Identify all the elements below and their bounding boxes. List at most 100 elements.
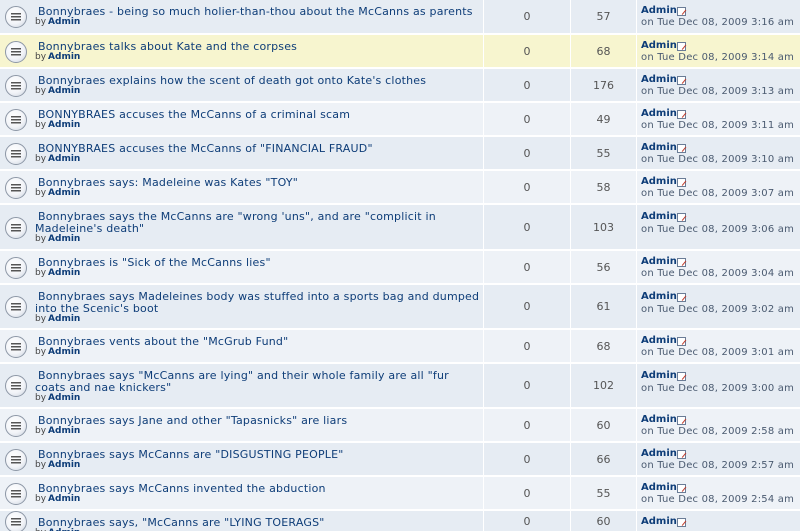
goto-last-post-icon[interactable]: [677, 76, 686, 85]
replies-count: 0: [523, 113, 531, 126]
topic-author-link[interactable]: Admin: [48, 347, 80, 357]
topic-author-link[interactable]: Admin: [48, 268, 80, 278]
goto-last-post-icon[interactable]: [677, 293, 686, 302]
by-label: by: [35, 268, 47, 278]
last-post-author-link[interactable]: Admin: [641, 516, 677, 527]
topic-author-link[interactable]: Admin: [48, 314, 80, 324]
last-post-author-link[interactable]: Admin: [641, 291, 677, 302]
by-label: by: [35, 314, 47, 324]
views-count: 58: [596, 181, 611, 194]
views-count: 66: [596, 453, 611, 466]
topic-author-link[interactable]: Admin: [48, 52, 80, 62]
topic-list: Bonnybraes - being so much holier-than-t…: [0, 0, 800, 531]
topic-read-icon: [5, 217, 27, 239]
by-label: by: [35, 86, 47, 96]
topic-icon-cell: [0, 443, 32, 476]
topic-title-link[interactable]: Bonnybraes says Jane and other "Tapasnic…: [38, 415, 347, 427]
topic-title-link[interactable]: Bonnybraes explains how the scent of dea…: [38, 75, 426, 87]
last-post-author-link[interactable]: Admin: [641, 335, 677, 346]
topic-title-link[interactable]: Bonnybraes says McCanns are "DISGUSTING …: [38, 449, 344, 461]
topic-read-icon: [5, 375, 27, 397]
topic-author-line: byAdmin: [35, 120, 80, 130]
topic-title-link[interactable]: Bonnybraes says Madeleines body was stuf…: [35, 291, 483, 315]
topic-icon-lines: [11, 382, 21, 390]
replies-count: 0: [523, 515, 531, 528]
last-post-cell: Admin on Tue Dec 08, 2009 3:14 am: [637, 35, 800, 68]
goto-last-post-icon[interactable]: [677, 258, 686, 267]
goto-last-post-icon[interactable]: [677, 213, 686, 222]
topic-title-link[interactable]: Bonnybraes says the McCanns are "wrong '…: [35, 211, 483, 235]
by-label: by: [35, 52, 47, 62]
topic-row: BONNYBRAES accuses the McCanns of a crim…: [0, 103, 800, 136]
goto-last-post-icon[interactable]: [677, 7, 686, 16]
goto-last-post-icon[interactable]: [677, 484, 686, 493]
topic-author-link[interactable]: Admin: [48, 460, 80, 470]
goto-last-post-icon[interactable]: [677, 372, 686, 381]
last-post-author-link[interactable]: Admin: [641, 414, 677, 425]
topic-author-link[interactable]: Admin: [48, 426, 80, 436]
views-count: 103: [593, 221, 614, 234]
views-cell: 55: [571, 477, 636, 510]
topic-author-link[interactable]: Admin: [48, 494, 80, 504]
topic-icon-lines: [11, 456, 21, 464]
goto-last-post-icon[interactable]: [677, 110, 686, 119]
goto-last-post-icon[interactable]: [677, 518, 686, 527]
last-post-author-link[interactable]: Admin: [641, 108, 677, 119]
last-post-author-link[interactable]: Admin: [641, 370, 677, 381]
topic-icon-lines: [11, 518, 21, 526]
topic-icon-cell: [0, 409, 32, 442]
goto-last-post-icon[interactable]: [677, 178, 686, 187]
topic-author-link[interactable]: Admin: [48, 154, 80, 164]
topic-author-link[interactable]: Admin: [48, 17, 80, 27]
last-post-author-link[interactable]: Admin: [641, 211, 677, 222]
last-post-author-link[interactable]: Admin: [641, 5, 677, 16]
topic-read-icon: [5, 6, 27, 28]
topic-read-icon: [5, 109, 27, 131]
last-post-date: on Tue Dec 08, 2009 3:16 am: [641, 17, 795, 28]
replies-count: 0: [523, 147, 531, 160]
topic-title-link[interactable]: BONNYBRAES accuses the McCanns of "FINAN…: [38, 143, 373, 155]
topic-read-icon: [5, 483, 27, 505]
views-cell: 68: [571, 330, 636, 363]
topic-author-link[interactable]: Admin: [48, 86, 80, 96]
topic-row: Bonnybraes says McCanns are "DISGUSTING …: [0, 443, 800, 476]
goto-last-post-icon[interactable]: [677, 416, 686, 425]
last-post-author-link[interactable]: Admin: [641, 482, 677, 493]
views-count: 57: [596, 10, 611, 23]
topic-author-line: byAdmin: [35, 86, 80, 96]
topic-title-cell: Bonnybraes says Madeleines body was stuf…: [32, 285, 483, 329]
last-post-author-link[interactable]: Admin: [641, 448, 677, 459]
topic-author-link[interactable]: Admin: [48, 188, 80, 198]
topic-icon-cell: [0, 477, 32, 510]
topic-row: Bonnybraes is "Sick of the McCanns lies"…: [0, 251, 800, 284]
replies-count: 0: [523, 10, 531, 23]
last-post-date: on Tue Dec 08, 2009 3:10 am: [641, 154, 795, 165]
topic-author-link[interactable]: Admin: [48, 234, 80, 244]
topic-title-link[interactable]: Bonnybraes says, "McCanns are "LYING TOE…: [38, 517, 325, 529]
last-post-author-link[interactable]: Admin: [641, 142, 677, 153]
replies-cell: 0: [484, 364, 570, 408]
topic-icon-cell: [0, 364, 32, 408]
topic-title-cell: Bonnybraes says: Madeleine was Kates "TO…: [32, 171, 483, 204]
goto-last-post-icon[interactable]: [677, 337, 686, 346]
goto-last-post-icon[interactable]: [677, 450, 686, 459]
topic-author-link[interactable]: Admin: [48, 120, 80, 130]
goto-last-post-icon[interactable]: [677, 144, 686, 153]
last-post-cell: Admin on Tue Dec 08, 2009 2:57 am: [637, 443, 800, 476]
topic-title-link[interactable]: BONNYBRAES accuses the McCanns of a crim…: [38, 109, 350, 121]
last-post-author-link[interactable]: Admin: [641, 176, 677, 187]
last-post-author-link[interactable]: Admin: [641, 256, 677, 267]
topic-title-link[interactable]: Bonnybraes says "McCanns are lying" and …: [35, 370, 483, 394]
replies-count: 0: [523, 221, 531, 234]
last-post-author-link[interactable]: Admin: [641, 74, 677, 85]
by-label: by: [35, 426, 47, 436]
topic-author-link[interactable]: Admin: [48, 393, 80, 403]
goto-last-post-icon[interactable]: [677, 42, 686, 51]
views-cell: 103: [571, 205, 636, 250]
views-cell: 56: [571, 251, 636, 284]
last-post-cell: Admin on Tue Dec 08, 2009 3:02 am: [637, 285, 800, 329]
topic-icon-cell: [0, 285, 32, 329]
last-post-author-link[interactable]: Admin: [641, 40, 677, 51]
topic-title-link[interactable]: Bonnybraes - being so much holier-than-t…: [38, 6, 473, 18]
topic-title-link[interactable]: Bonnybraes says McCanns invented the abd…: [38, 483, 326, 495]
